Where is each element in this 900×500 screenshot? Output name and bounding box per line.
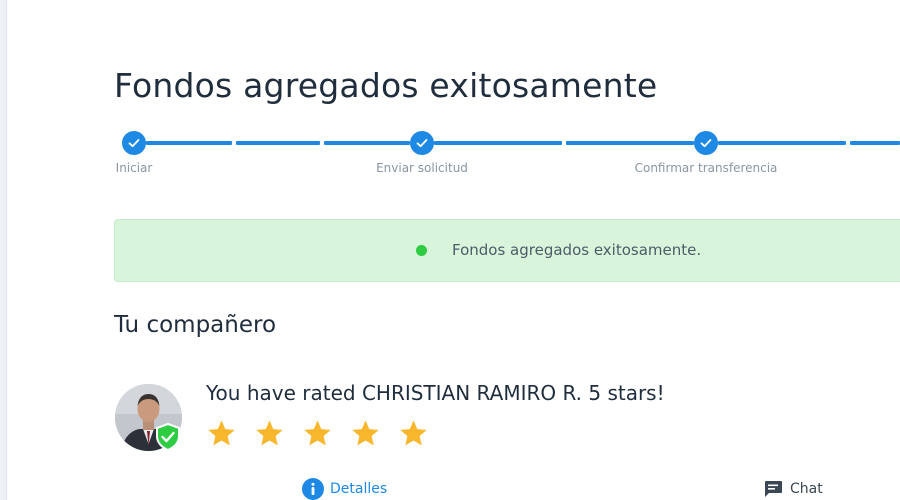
info-icon bbox=[302, 478, 324, 500]
details-button[interactable]: Detalles bbox=[302, 478, 387, 500]
stepper-track-segment bbox=[850, 141, 900, 145]
step-label-iniciar: Iniciar bbox=[115, 161, 153, 175]
check-icon bbox=[416, 139, 428, 148]
step-label-confirmar-transferencia: Confirmar transferencia bbox=[634, 161, 778, 175]
chat-bubble-icon bbox=[765, 481, 782, 497]
step-complete-2 bbox=[410, 131, 434, 155]
partner-section-title: Tu compañero bbox=[114, 312, 277, 338]
progress-stepper: Iniciar Enviar solicitud Confirmar trans… bbox=[0, 128, 900, 188]
verified-shield-icon bbox=[156, 422, 180, 452]
check-icon bbox=[128, 139, 140, 148]
star-icon bbox=[400, 420, 427, 446]
stepper-track-segment bbox=[566, 141, 694, 145]
stepper-track-segment bbox=[236, 141, 320, 145]
page-title: Fondos agregados exitosamente bbox=[114, 66, 658, 105]
star-icon bbox=[256, 420, 283, 446]
details-label: Detalles bbox=[330, 481, 388, 497]
chat-label: Chat bbox=[790, 481, 823, 497]
stepper-track-segment bbox=[146, 141, 232, 145]
step-label-enviar-solicitud: Enviar solicitud bbox=[376, 161, 468, 175]
banner-message: Fondos agregados exitosamente. bbox=[452, 241, 702, 259]
stepper-track-segment bbox=[324, 141, 410, 145]
step-complete-1 bbox=[122, 131, 146, 155]
left-sidebar-divider bbox=[6, 0, 7, 500]
star-icon bbox=[208, 420, 235, 446]
star-icon bbox=[304, 420, 331, 446]
step-complete-3 bbox=[694, 131, 718, 155]
star-icon bbox=[352, 420, 379, 446]
rating-confirmation-text: You have rated CHRISTIAN RAMIRO R. 5 sta… bbox=[206, 381, 665, 405]
success-banner: Fondos agregados exitosamente. bbox=[114, 219, 900, 282]
chat-button[interactable]: Chat bbox=[763, 480, 823, 498]
star-rating bbox=[206, 418, 429, 449]
check-icon bbox=[700, 139, 712, 148]
success-dot-icon bbox=[416, 245, 427, 256]
stepper-track-segment bbox=[434, 141, 562, 145]
stepper-track-segment bbox=[718, 141, 846, 145]
